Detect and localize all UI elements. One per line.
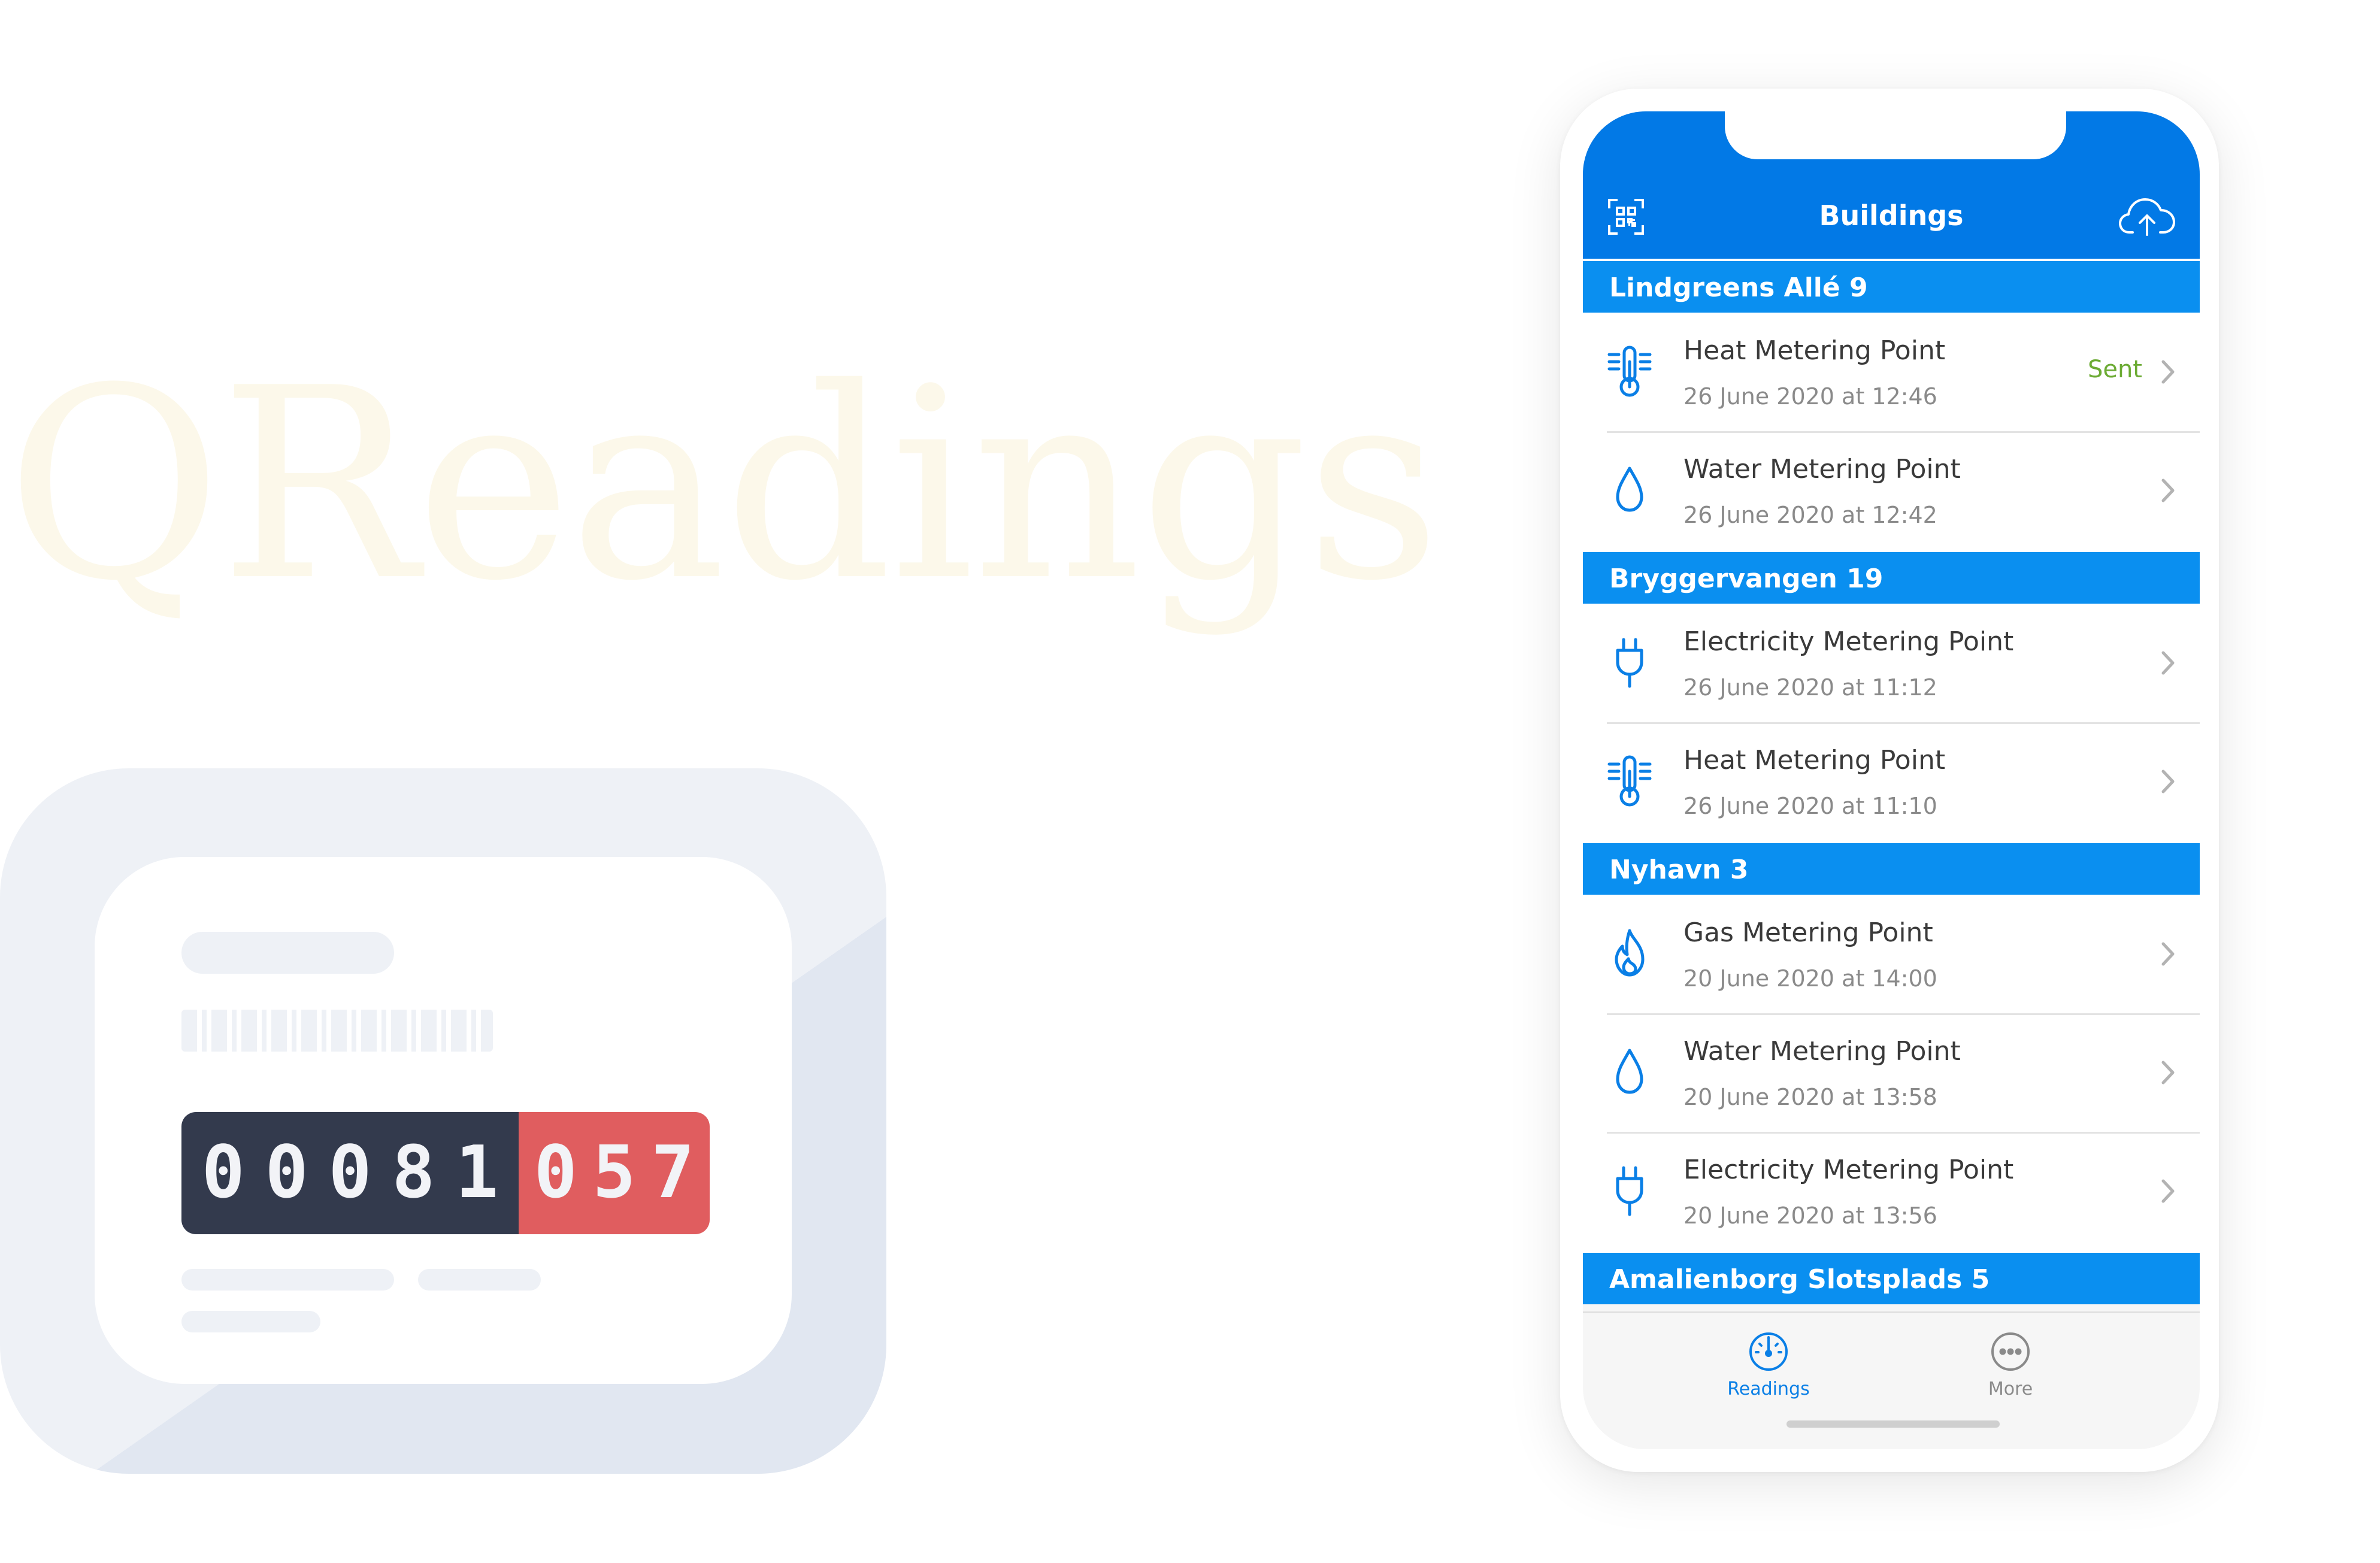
metering-point-date: 26 June 2020 at 12:42 [1683, 502, 1937, 528]
metering-point-row[interactable]: Electricity Metering Point 20 June 2020 a… [1583, 1132, 2200, 1250]
meter-text-placeholder [181, 1311, 320, 1332]
metering-point-title: Water Metering Point [1683, 454, 1961, 484]
metering-point-title: Heat Metering Point [1683, 745, 1946, 776]
plug-icon [1606, 1163, 1654, 1219]
metering-point-row[interactable]: Electricity Metering Point 26 June 2020 a… [1583, 604, 2200, 722]
metering-point-date: 20 June 2020 at 14:00 [1683, 965, 1937, 992]
section-header: Lindgreens Allé 9 [1583, 259, 2200, 313]
metering-point-title: Electricity Metering Point [1683, 1155, 2014, 1185]
flame-icon [1606, 926, 1654, 982]
tab-bar: Readings More [1583, 1311, 2200, 1449]
meter-digit: 7 [651, 1131, 695, 1214]
meter-digit: 0 [328, 1131, 372, 1214]
chevron-right-icon [2160, 1178, 2176, 1207]
app-screen: Buildings Lindgreens Allé 9 Heat Metering… [1583, 111, 2200, 1449]
buildings-list: Lindgreens Allé 9 Heat Metering Point 26 J… [1583, 259, 2200, 1304]
chevron-right-icon [2160, 768, 2176, 797]
metering-point-title: Heat Metering Point [1683, 335, 1946, 366]
metering-point-row[interactable]: Water Metering Point 20 June 2020 at 13:5… [1583, 1013, 2200, 1132]
metering-point-title: Electricity Metering Point [1683, 626, 2014, 657]
status-badge: Sent [2087, 356, 2142, 383]
meter-label-placeholder [181, 932, 394, 974]
page-title: Buildings [1819, 199, 1964, 232]
phone-frame: Buildings Lindgreens Allé 9 Heat Metering… [1560, 89, 2219, 1472]
meter-illustration: 00081 057 [0, 768, 886, 1474]
meter-digit: 0 [201, 1131, 245, 1214]
brand-wordmark: QReadings [6, 332, 1441, 638]
meter-counter: 00081 057 [181, 1112, 710, 1234]
meter-digit: 0 [265, 1131, 308, 1214]
metering-point-title: Gas Metering Point [1683, 917, 1933, 948]
metering-point-row[interactable]: Gas Metering Point 20 June 2020 at 14:00 [1583, 895, 2200, 1013]
meter-digit: 0 [534, 1131, 577, 1214]
section-header: Nyhavn 3 [1583, 841, 2200, 895]
meter-digit: 8 [392, 1131, 435, 1214]
plug-icon [1606, 635, 1654, 691]
metering-point-date: 20 June 2020 at 13:58 [1683, 1084, 1937, 1110]
tab-readings-label: Readings [1727, 1379, 1810, 1400]
cloud-upload-icon[interactable] [2118, 195, 2176, 240]
gauge-icon [1749, 1332, 1788, 1371]
meter-text-placeholder [181, 1269, 394, 1291]
chevron-right-icon [2160, 650, 2176, 678]
meter-digit: 1 [455, 1131, 499, 1214]
navigation-bar: Buildings [1583, 111, 2200, 259]
tab-readings[interactable]: Readings [1697, 1331, 1840, 1400]
meter-counter-main: 00081 [181, 1112, 519, 1234]
thermometer-icon [1606, 753, 1654, 810]
metering-point-row[interactable]: Heat Metering Point 26 June 2020 at 11:10 [1583, 722, 2200, 841]
tab-more[interactable]: More [1939, 1331, 2082, 1400]
meter-barcode [181, 1010, 493, 1052]
meter-face: 00081 057 [95, 857, 792, 1384]
chevron-right-icon [2160, 941, 2176, 970]
thermometer-icon [1606, 344, 1654, 400]
metering-point-date: 26 June 2020 at 11:10 [1683, 793, 1937, 819]
meter-digit: 5 [592, 1131, 636, 1214]
meter-counter-decimal: 057 [519, 1112, 710, 1234]
water-drop-icon [1606, 462, 1654, 519]
water-drop-icon [1606, 1044, 1654, 1101]
section-header: Bryggervangen 19 [1583, 550, 2200, 604]
metering-point-row[interactable]: Heat Metering Point 26 June 2020 at 12:46… [1583, 313, 2200, 431]
metering-point-date: 20 June 2020 at 13:56 [1683, 1202, 1937, 1229]
section-header: Amalienborg Slotsplads 5 [1583, 1250, 2200, 1304]
metering-point-row[interactable]: Water Metering Point 26 June 2020 at 12:4… [1583, 431, 2200, 550]
metering-point-date: 26 June 2020 at 11:12 [1683, 674, 1937, 701]
chevron-right-icon [2160, 1059, 2176, 1088]
chevron-right-icon [2160, 359, 2176, 387]
chevron-right-icon [2160, 477, 2176, 506]
metering-point-title: Water Metering Point [1683, 1036, 1961, 1067]
tab-more-label: More [1988, 1379, 2033, 1400]
home-indicator [1786, 1420, 2000, 1428]
more-dots-icon [1991, 1332, 2030, 1371]
metering-point-date: 26 June 2020 at 12:46 [1683, 383, 1937, 410]
phone-notch [1725, 111, 2066, 159]
meter-text-placeholder [418, 1269, 541, 1291]
